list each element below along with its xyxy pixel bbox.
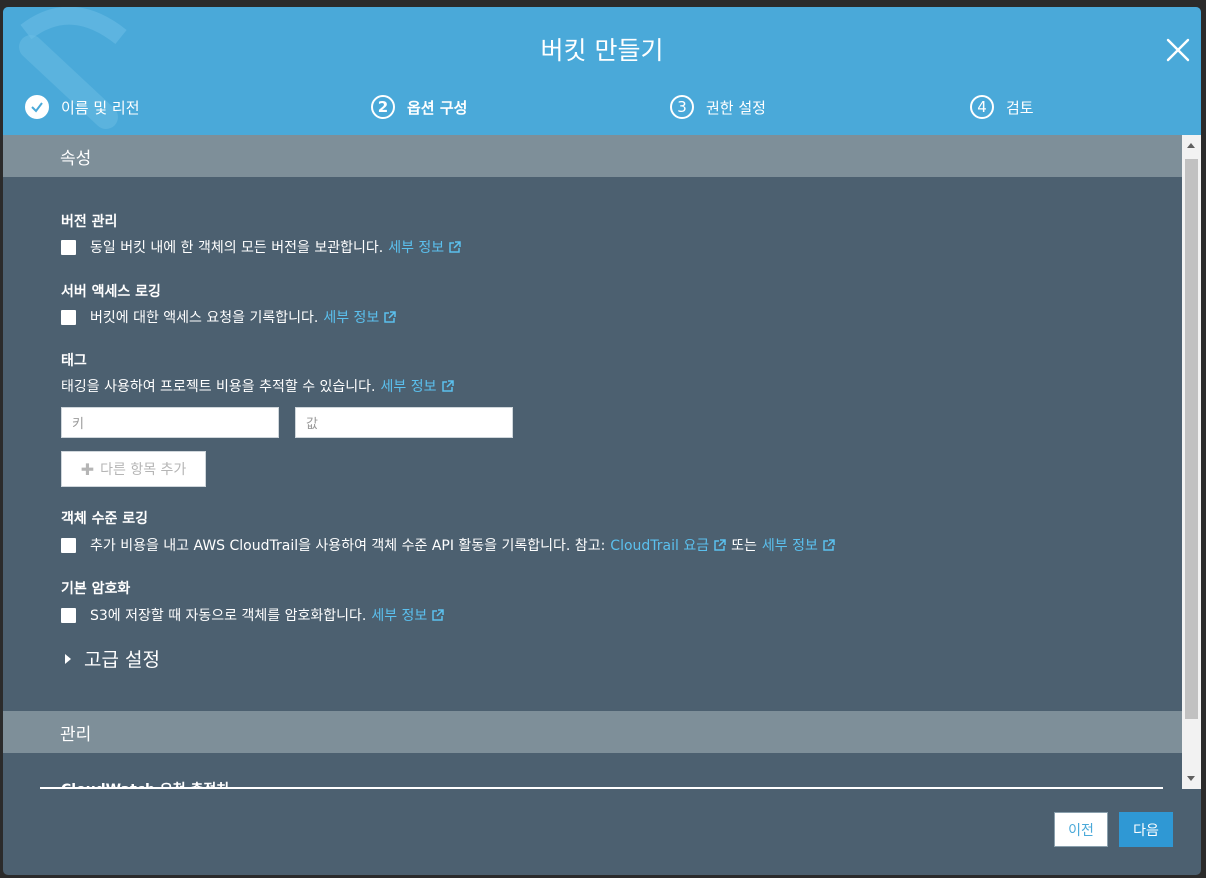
object-logging-title: 객체 수준 로깅 — [61, 511, 149, 527]
external-link-icon — [441, 379, 454, 392]
tag-key-input[interactable]: 키 — [61, 407, 279, 438]
caret-right-icon — [65, 653, 71, 664]
scroll-down-icon[interactable] — [1187, 776, 1195, 781]
dialog-header: 버킷 만들기 이름 및 리전 2 옵션 구성 3 권한 설정 4 검토 — [3, 7, 1201, 135]
or-text: 또는 — [731, 538, 757, 554]
checkmark-icon — [25, 95, 49, 119]
step-label: 이름 및 리전 — [61, 98, 140, 117]
logging-checkbox[interactable] — [61, 309, 76, 325]
add-tag-button[interactable]: ✚ 다른 항목 추가 — [61, 451, 206, 487]
create-bucket-dialog: 버킷 만들기 이름 및 리전 2 옵션 구성 3 권한 설정 4 검토 속성 버… — [3, 7, 1201, 875]
encryption-text: S3에 저장할 때 자동으로 객체를 암호화합니다. — [90, 608, 367, 624]
close-icon[interactable] — [1165, 37, 1191, 63]
previous-button[interactable]: 이전 — [1054, 812, 1108, 847]
external-link-icon — [823, 538, 835, 551]
step-label: 검토 — [1006, 98, 1034, 117]
versioning-row: 동일 버킷 내에 한 객체의 모든 버전을 보관합니다. 세부 정보 — [61, 237, 461, 257]
encryption-title: 기본 암호화 — [61, 581, 131, 597]
step-number: 3 — [670, 95, 694, 119]
logging-details-link[interactable]: 세부 정보 — [323, 307, 397, 327]
tags-title: 태그 — [61, 353, 87, 369]
versioning-text: 동일 버킷 내에 한 객체의 모든 버전을 보관합니다. — [90, 240, 384, 256]
logging-row: 버킷에 대한 액세스 요청을 기록합니다. 세부 정보 — [61, 307, 397, 327]
object-logging-row: 추가 비용을 내고 AWS CloudTrail을 사용하여 객체 수준 API… — [61, 535, 835, 555]
encryption-details-link[interactable]: 세부 정보 — [371, 605, 445, 625]
step-configure-options[interactable]: 2 옵션 구성 — [371, 92, 467, 122]
cloudtrail-pricing-link[interactable]: CloudTrail 요금 — [610, 535, 726, 555]
properties-section-header: 속성 — [3, 135, 1182, 177]
external-link-icon — [714, 538, 726, 551]
tags-text: 태깅을 사용하여 프로젝트 비용을 추적할 수 있습니다. — [61, 379, 376, 395]
step-label: 옵션 구성 — [407, 98, 468, 117]
advanced-settings-toggle[interactable]: 고급 설정 — [65, 645, 160, 672]
tags-details-link[interactable]: 세부 정보 — [381, 376, 454, 396]
versioning-checkbox[interactable] — [61, 239, 76, 255]
step-number: 4 — [970, 95, 994, 119]
wizard-steps: 이름 및 리전 2 옵션 구성 3 권한 설정 4 검토 — [3, 92, 1201, 122]
object-logging-details-link[interactable]: 세부 정보 — [762, 535, 835, 555]
options-scroll-area[interactable]: 속성 버전 관리 동일 버킷 내에 한 객체의 모든 버전을 보관합니다. 세부… — [3, 135, 1182, 789]
encryption-row: S3에 저장할 때 자동으로 객체를 암호화합니다. 세부 정보 — [61, 605, 445, 625]
external-link-icon — [449, 240, 461, 253]
versioning-title: 버전 관리 — [61, 214, 118, 230]
scrollbar-thumb[interactable] — [1185, 159, 1198, 719]
encryption-checkbox[interactable] — [61, 607, 76, 623]
management-section-header: 관리 — [3, 711, 1182, 753]
versioning-details-link[interactable]: 세부 정보 — [388, 237, 461, 257]
tags-row: 태깅을 사용하여 프로젝트 비용을 추적할 수 있습니다. 세부 정보 — [61, 376, 454, 396]
step-number: 2 — [371, 95, 395, 119]
step-permissions[interactable]: 3 권한 설정 — [670, 92, 766, 122]
logging-text: 버킷에 대한 액세스 요청을 기록합니다. — [90, 310, 319, 326]
vertical-scrollbar[interactable] — [1182, 135, 1201, 789]
step-review[interactable]: 4 검토 — [970, 92, 1034, 122]
tag-value-input[interactable]: 값 — [295, 407, 513, 438]
external-link-icon — [384, 310, 397, 323]
dialog-title: 버킷 만들기 — [540, 36, 664, 65]
step-label: 권한 설정 — [706, 98, 766, 117]
scroll-up-icon[interactable] — [1187, 143, 1195, 148]
step-name-region[interactable]: 이름 및 리전 — [25, 92, 140, 122]
footer-divider — [40, 787, 1163, 789]
plus-icon: ✚ — [80, 459, 95, 479]
next-button[interactable]: 다음 — [1119, 812, 1173, 847]
object-logging-text: 추가 비용을 내고 AWS CloudTrail을 사용하여 객체 수준 API… — [90, 538, 606, 554]
object-logging-checkbox[interactable] — [61, 537, 76, 553]
app-frame: 버킷 만들기 이름 및 리전 2 옵션 구성 3 권한 설정 4 검토 속성 버… — [0, 0, 1206, 878]
logging-title: 서버 액세스 로깅 — [61, 284, 161, 300]
external-link-icon — [432, 608, 445, 621]
